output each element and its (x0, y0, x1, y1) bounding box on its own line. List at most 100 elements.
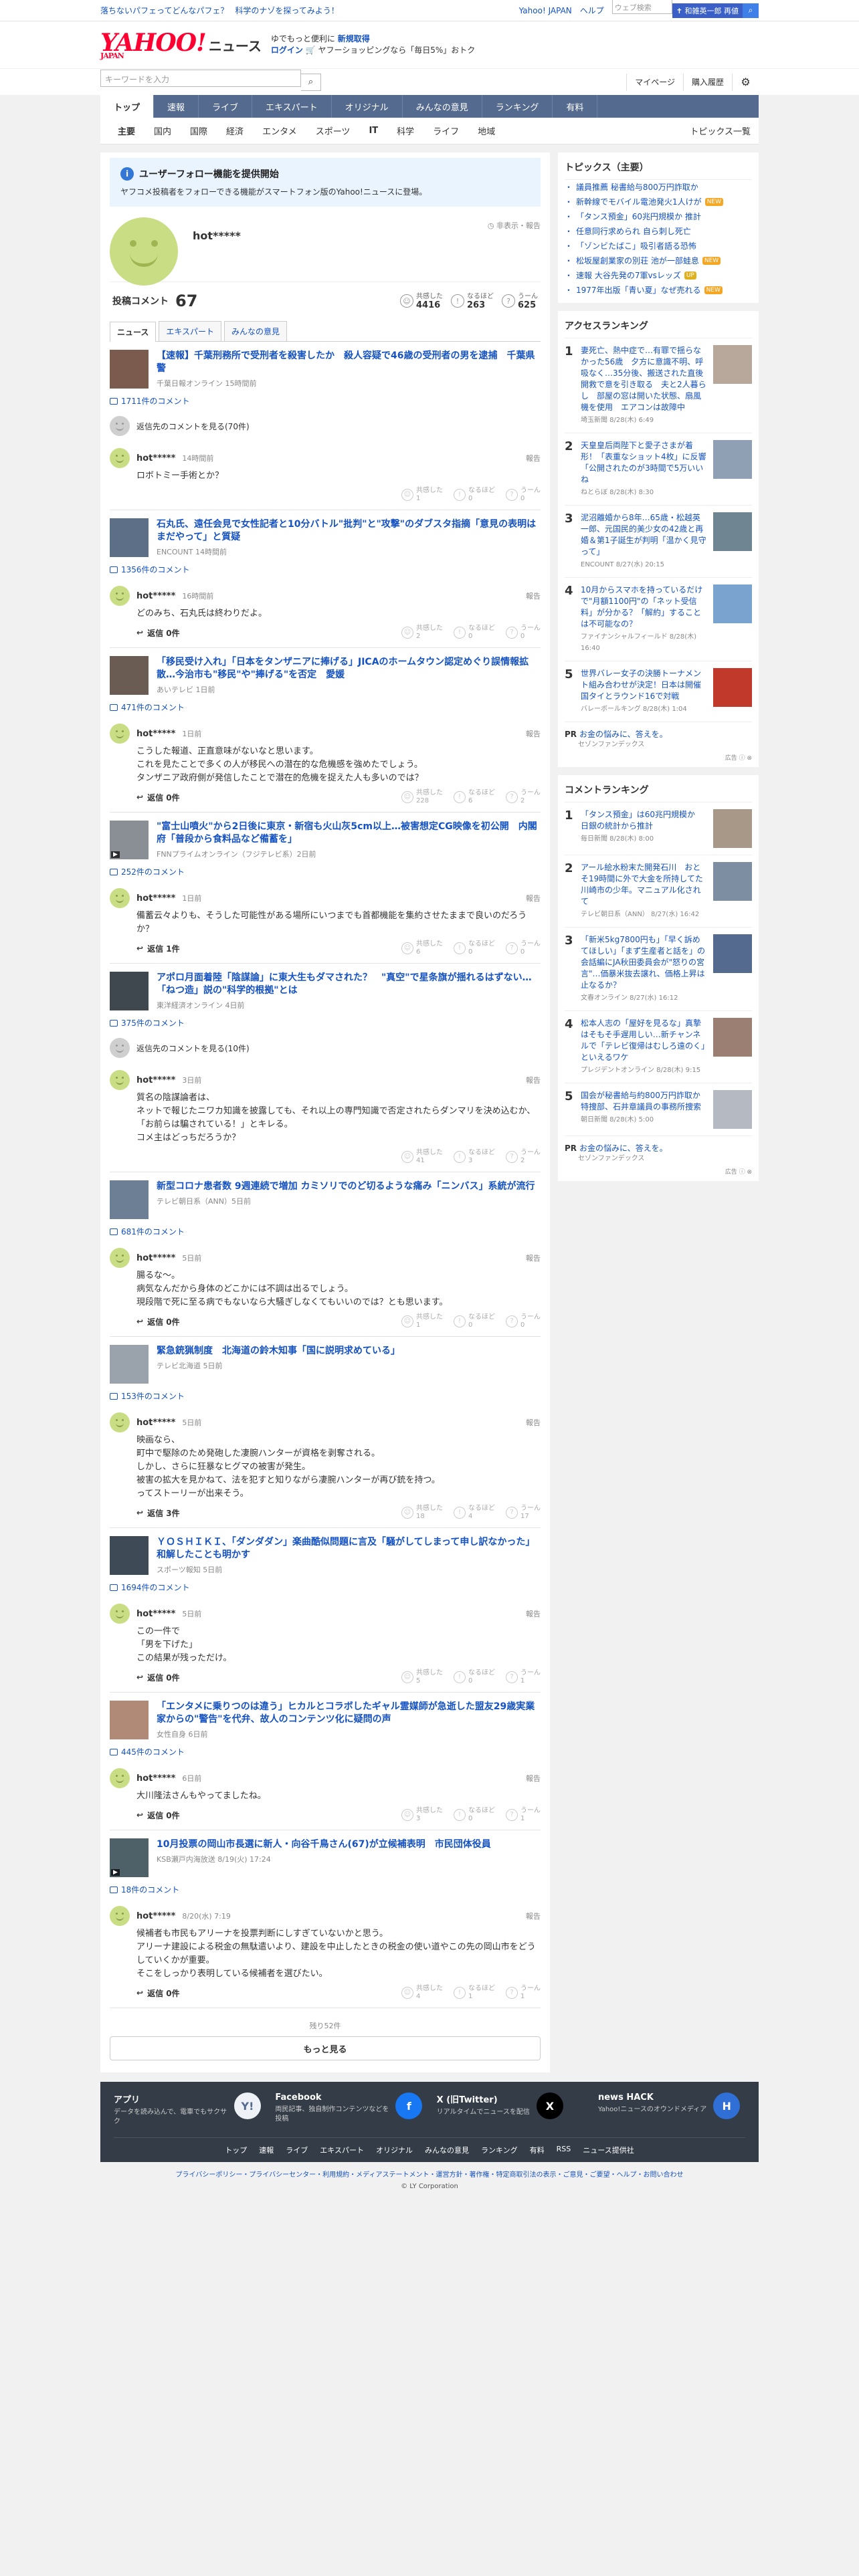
hmm-button[interactable]: ? うーん 17 (506, 1505, 541, 1521)
reply-button[interactable]: ↩ 返信 3件 (136, 1507, 180, 1519)
hmm-button[interactable]: ? うーん 0 (506, 487, 541, 503)
article-link[interactable]: 「エンタメに乗りつのは違う」ヒカルとコラボしたギャル霊媒師が急逝した盟友29歳実… (110, 1701, 541, 1739)
hmm-button[interactable]: ? うーん 1 (506, 1669, 541, 1685)
report-link[interactable]: 報告 (526, 893, 541, 903)
nice-button[interactable]: ! なるほど 0 (454, 1669, 495, 1685)
ranking-item[interactable]: 2 天皇皇后両陛下と愛子さまが着形！「表重なショット4枚」に反響「公開されたのが3… (565, 433, 752, 506)
comments-link[interactable]: 153件のコメント (110, 1390, 541, 1402)
help-link[interactable]: ヘルプ (580, 5, 604, 16)
footer-link[interactable]: 速報 (259, 2145, 274, 2155)
agree-button[interactable]: ☺ 共感した 6 (401, 940, 443, 956)
agree-button[interactable]: ☺ 共感した 41 (401, 1149, 443, 1165)
yahoo-japan-link[interactable]: Yahoo! JAPAN (519, 6, 572, 15)
footer-link[interactable]: ランキング (481, 2145, 518, 2155)
gear-icon[interactable]: ⚙ (732, 73, 759, 91)
subnav-life[interactable]: ライフ (423, 124, 468, 137)
subnav-economy[interactable]: 経済 (217, 124, 253, 137)
nav-original[interactable]: オリジナル (332, 95, 403, 118)
yahoo-logo[interactable]: YAHOO! JAPAN (100, 31, 207, 60)
article-title[interactable]: 石丸氏、遠任会見で女性記者と10分バトル"批判"と"攻撃"のダブスタ指摘「意見の… (157, 518, 541, 544)
reply-button[interactable]: ↩ 返信 0件 (136, 1810, 180, 1821)
footer-link[interactable]: トップ (225, 2145, 247, 2155)
hmm-button[interactable]: ? うーん 1 (506, 1807, 541, 1823)
comments-link[interactable]: 18件のコメント (110, 1884, 541, 1895)
comments-link[interactable]: 681件のコメント (110, 1226, 541, 1237)
topic-item[interactable]: 議員推薦 秘書給与800万円詐取か (565, 180, 752, 195)
keyword-search-button[interactable]: ⌕ (301, 73, 321, 91)
topics-list-link[interactable]: トピックス一覧 (682, 124, 759, 137)
load-more-button[interactable]: もっと見る (110, 2036, 541, 2060)
ranking-item[interactable]: 3 「新米5kg7800円も」「早く訴めてほしい」「まず生産者と話を」の会話編にJ… (565, 928, 752, 1011)
agree-button[interactable]: ☺ 共感した 4 (401, 1985, 443, 2001)
ranking-item[interactable]: 2 アール絵水粉末た開発石川 おとそ19時間に外で大金を所持してた川崎市の少年。マ… (565, 855, 752, 928)
pr-ad[interactable]: PR お金の悩みに、答えを。 セゾンファンデックス (565, 722, 752, 753)
comment-author[interactable]: hot***** (136, 453, 175, 463)
comments-link[interactable]: 471件のコメント (110, 702, 541, 713)
ranking-item[interactable]: 5 国会が秘書給与約800万円詐取か 特捜部、石井章議員の事務所捜索 朝日新聞 8/… (565, 1083, 752, 1136)
report-link[interactable]: 報告 (526, 1417, 541, 1428)
subnav-main[interactable]: 主要 (108, 124, 145, 137)
footer-link[interactable]: オリジナル (376, 2145, 413, 2155)
comment-author[interactable]: hot***** (136, 729, 175, 739)
tab-news[interactable]: ニュース (110, 322, 157, 342)
comment-author[interactable]: hot***** (136, 1418, 175, 1428)
agree-button[interactable]: ☺ 共感した 1 (401, 1313, 443, 1329)
ranking-item[interactable]: 4 松本人志の「屋好を見るな」真摯はそもそ手遅用しい…新チャンネルで「テレビ復帰は… (565, 1011, 752, 1083)
footer-link[interactable]: ニュース提供社 (583, 2145, 634, 2155)
footer-app-3[interactable]: news HACK Yahoo!ニュースのオウンドメディア H (598, 2092, 745, 2127)
web-search-input[interactable]: ウェブ検索 (611, 0, 672, 14)
hmm-button[interactable]: ? うーん 1 (506, 1985, 541, 2001)
report-link[interactable]: 報告 (526, 1253, 541, 1263)
subnav-science[interactable]: 科学 (387, 124, 423, 137)
footer-link[interactable]: ライブ (286, 2145, 308, 2155)
comments-link[interactable]: 1356件のコメント (110, 564, 541, 575)
legal-links[interactable]: プライバシーポリシー・プライバシーセンター・利用規約・メディアステートメント・運… (0, 2169, 859, 2179)
comment-author[interactable]: hot***** (136, 1253, 175, 1263)
purchase-history-link[interactable]: 購入履歴 (682, 73, 732, 91)
article-link[interactable]: ▶ 10月投票の岡山市長選に新人・向谷千鳥さん(67)が立候補表明 市民団体役員 K… (110, 1838, 541, 1877)
nice-button[interactable]: ! なるほど 0 (454, 487, 495, 503)
tab-opinions[interactable]: みんなの意見 (224, 321, 288, 341)
reply-button[interactable]: ↩ 返信 0件 (136, 627, 180, 639)
ranking-item[interactable]: 3 泥沼離婚から8年…65歳・松越英一郎、元国民的美少女の42歳と再婚＆第1子誕生… (565, 506, 752, 578)
article-link[interactable]: 新型コロナ患者数 9週連続で増加 カミソリでのど切るような痛み「ニンバス」系統が… (110, 1180, 541, 1219)
comments-link[interactable]: 1711件のコメント (110, 395, 541, 407)
article-title[interactable]: 【速報】千葉刑務所で受刑者を殺害したか 殺人容疑で46歳の受刑者の男を逮捕 千葉… (157, 350, 541, 375)
agree-button[interactable]: ☺ 共感した 3 (401, 1807, 443, 1823)
nice-button[interactable]: ! なるほど 6 (454, 789, 495, 805)
nice-button[interactable]: ! なるほど 1 (454, 1985, 495, 2001)
footer-link[interactable]: RSS (557, 2145, 571, 2155)
article-link[interactable]: ▶ "富士山噴火"から2日後に東京・新宿も火山灰5cm以上…被害想定CG映像を初公… (110, 821, 541, 859)
topic-item[interactable]: 任意同行求められ 自ら刺し死亡 (565, 224, 752, 239)
footer-link[interactable]: 有料 (530, 2145, 545, 2155)
topic-item[interactable]: 新幹線でモバイル電池発火1人けがNEW (565, 195, 752, 209)
nice-button[interactable]: ! なるほど 0 (454, 1807, 495, 1823)
article-title[interactable]: 緊急銃猟制度 北海道の鈴木知事「国に説明求めている」 (157, 1345, 400, 1358)
report-link[interactable]: 報告 (526, 728, 541, 739)
article-title[interactable]: 新型コロナ患者数 9週連続で増加 カミソリでのど切るような痛み「ニンバス」系統が… (157, 1180, 535, 1193)
pr-ad-2[interactable]: PR お金の悩みに、答えを。 セゾンファンデックス (565, 1136, 752, 1167)
footer-app-0[interactable]: アプリ データを読み込んで、電車でもサクサク Y! (114, 2092, 261, 2127)
parent-comment-link[interactable]: 返信先のコメントを見る(70件) (110, 411, 541, 441)
article-link[interactable]: アポロ月面着陸「陰謀論」に東大生もダマされた？ "真空"で星条旗が揺れるはずない… (110, 972, 541, 1010)
agree-button[interactable]: ☺ 共感した 1 (401, 487, 443, 503)
subnav-sports[interactable]: スポーツ (306, 124, 360, 137)
topic-item[interactable]: 1977年出版「青い夏」なぜ売れるNEW (565, 283, 752, 298)
subnav-local[interactable]: 地域 (468, 124, 504, 137)
topic-item[interactable]: 速報 大谷先発の7軍vsレッズUP (565, 268, 752, 283)
comments-link[interactable]: 375件のコメント (110, 1017, 541, 1029)
article-link[interactable]: 石丸氏、遠任会見で女性記者と10分バトル"批判"と"攻撃"のダブスタ指摘「意見の… (110, 518, 541, 557)
comment-author[interactable]: hot***** (136, 893, 175, 903)
nav-breaking[interactable]: 速報 (154, 95, 199, 118)
top-link-2[interactable]: 科学のナゾを探ってみよう！ (235, 5, 339, 16)
footer-link[interactable]: エキスパート (320, 2145, 364, 2155)
article-link[interactable]: 【速報】千葉刑務所で受刑者を殺害したか 殺人容疑で46歳の受刑者の男を逮捕 千葉… (110, 350, 541, 389)
web-search-option[interactable]: ✝ 和雑英一郎 再値 (672, 3, 743, 18)
footer-app-1[interactable]: Facebook 両民記事、独自制作コンテンツなどを投稿 f (275, 2092, 423, 2127)
news-logo-text[interactable]: ニュース (209, 35, 262, 55)
tab-expert[interactable]: エキスパート (159, 321, 222, 341)
report-link[interactable]: 報告 (526, 1075, 541, 1085)
mypage-link[interactable]: マイページ (626, 73, 683, 91)
nice-button[interactable]: ! なるほど 3 (454, 1149, 495, 1165)
nice-button[interactable]: ! なるほど 0 (454, 940, 495, 956)
